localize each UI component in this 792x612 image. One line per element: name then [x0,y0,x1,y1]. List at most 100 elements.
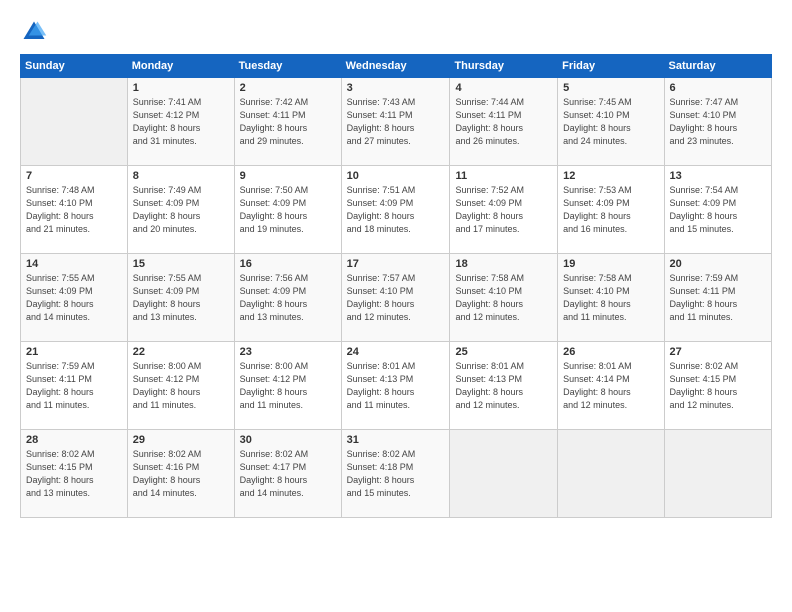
calendar-cell: 10 Sunrise: 7:51 AMSunset: 4:09 PMDayligh… [341,166,450,254]
calendar-cell: 16 Sunrise: 7:56 AMSunset: 4:09 PMDayligh… [234,254,341,342]
calendar-cell [558,430,664,518]
day-number: 21 [26,346,122,358]
calendar-cell: 9 Sunrise: 7:50 AMSunset: 4:09 PMDaylight… [234,166,341,254]
day-number: 4 [455,82,552,94]
calendar-week-4: 21 Sunrise: 7:59 AMSunset: 4:11 PMDayligh… [21,342,772,430]
day-info: Sunrise: 8:02 AMSunset: 4:15 PMDaylight:… [26,448,122,500]
calendar-header: SundayMondayTuesdayWednesdayThursdayFrid… [21,55,772,78]
day-info: Sunrise: 8:02 AMSunset: 4:15 PMDaylight:… [670,360,766,412]
calendar-cell: 27 Sunrise: 8:02 AMSunset: 4:15 PMDayligh… [664,342,771,430]
calendar-week-2: 7 Sunrise: 7:48 AMSunset: 4:10 PMDaylight… [21,166,772,254]
day-number: 5 [563,82,658,94]
calendar-cell: 22Sunrise: 8:00 AMSunset: 4:12 PMDayligh… [127,342,234,430]
day-info: Sunrise: 7:51 AMSunset: 4:09 PMDaylight:… [347,184,445,236]
day-number: 28 [26,434,122,446]
page: SundayMondayTuesdayWednesdayThursdayFrid… [0,0,792,612]
calendar-cell: 15Sunrise: 7:55 AMSunset: 4:09 PMDayligh… [127,254,234,342]
day-number: 19 [563,258,658,270]
day-info: Sunrise: 8:01 AMSunset: 4:14 PMDaylight:… [563,360,658,412]
day-info: Sunrise: 8:01 AMSunset: 4:13 PMDaylight:… [347,360,445,412]
day-number: 15 [133,258,229,270]
day-info: Sunrise: 8:00 AMSunset: 4:12 PMDaylight:… [133,360,229,412]
day-info: Sunrise: 7:50 AMSunset: 4:09 PMDaylight:… [240,184,336,236]
day-info: Sunrise: 7:53 AMSunset: 4:09 PMDaylight:… [563,184,658,236]
calendar-cell: 30 Sunrise: 8:02 AMSunset: 4:17 PMDayligh… [234,430,341,518]
day-number: 10 [347,170,445,182]
calendar-cell: 18 Sunrise: 7:58 AMSunset: 4:10 PMDayligh… [450,254,558,342]
day-info: Sunrise: 7:49 AMSunset: 4:09 PMDaylight:… [133,184,229,236]
day-number: 13 [670,170,766,182]
day-info: Sunrise: 7:54 AMSunset: 4:09 PMDaylight:… [670,184,766,236]
calendar-cell [664,430,771,518]
header [20,18,772,46]
weekday-header-wednesday: Wednesday [341,55,450,78]
calendar-cell: 20 Sunrise: 7:59 AMSunset: 4:11 PMDayligh… [664,254,771,342]
day-info: Sunrise: 7:42 AMSunset: 4:11 PMDaylight:… [240,96,336,148]
day-info: Sunrise: 7:57 AMSunset: 4:10 PMDaylight:… [347,272,445,324]
calendar-cell: 14 Sunrise: 7:55 AMSunset: 4:09 PMDayligh… [21,254,128,342]
calendar-cell: 28 Sunrise: 8:02 AMSunset: 4:15 PMDayligh… [21,430,128,518]
day-info: Sunrise: 8:00 AMSunset: 4:12 PMDaylight:… [240,360,336,412]
day-info: Sunrise: 7:58 AMSunset: 4:10 PMDaylight:… [563,272,658,324]
day-info: Sunrise: 8:02 AMSunset: 4:17 PMDaylight:… [240,448,336,500]
calendar-week-3: 14 Sunrise: 7:55 AMSunset: 4:09 PMDayligh… [21,254,772,342]
day-info: Sunrise: 7:41 AMSunset: 4:12 PMDaylight:… [133,96,229,148]
calendar-cell: 21 Sunrise: 7:59 AMSunset: 4:11 PMDayligh… [21,342,128,430]
calendar-cell: 7 Sunrise: 7:48 AMSunset: 4:10 PMDaylight… [21,166,128,254]
day-number: 29 [133,434,229,446]
day-number: 17 [347,258,445,270]
day-number: 7 [26,170,122,182]
day-number: 18 [455,258,552,270]
day-info: Sunrise: 7:58 AMSunset: 4:10 PMDaylight:… [455,272,552,324]
day-number: 2 [240,82,336,94]
logo-icon [20,18,48,46]
calendar-cell: 24 Sunrise: 8:01 AMSunset: 4:13 PMDayligh… [341,342,450,430]
weekday-header-friday: Friday [558,55,664,78]
day-info: Sunrise: 7:44 AMSunset: 4:11 PMDaylight:… [455,96,552,148]
day-number: 20 [670,258,766,270]
calendar-cell: 3 Sunrise: 7:43 AMSunset: 4:11 PMDaylight… [341,78,450,166]
day-info: Sunrise: 7:59 AMSunset: 4:11 PMDaylight:… [26,360,122,412]
calendar-cell: 11 Sunrise: 7:52 AMSunset: 4:09 PMDayligh… [450,166,558,254]
day-number: 24 [347,346,445,358]
calendar-body: 1 Sunrise: 7:41 AMSunset: 4:12 PMDaylight… [21,78,772,518]
calendar-cell: 5Sunrise: 7:45 AMSunset: 4:10 PMDaylight… [558,78,664,166]
weekday-header-saturday: Saturday [664,55,771,78]
weekday-header-thursday: Thursday [450,55,558,78]
day-number: 30 [240,434,336,446]
calendar-cell: 23Sunrise: 8:00 AMSunset: 4:12 PMDayligh… [234,342,341,430]
day-number: 16 [240,258,336,270]
day-number: 27 [670,346,766,358]
day-number: 12 [563,170,658,182]
calendar-cell: 17 Sunrise: 7:57 AMSunset: 4:10 PMDayligh… [341,254,450,342]
calendar-cell: 29 Sunrise: 8:02 AMSunset: 4:16 PMDayligh… [127,430,234,518]
day-info: Sunrise: 7:56 AMSunset: 4:09 PMDaylight:… [240,272,336,324]
calendar-cell: 13 Sunrise: 7:54 AMSunset: 4:09 PMDayligh… [664,166,771,254]
calendar-cell [450,430,558,518]
day-number: 14 [26,258,122,270]
day-info: Sunrise: 7:55 AMSunset: 4:09 PMDaylight:… [26,272,122,324]
calendar-week-1: 1 Sunrise: 7:41 AMSunset: 4:12 PMDaylight… [21,78,772,166]
day-number: 26 [563,346,658,358]
day-info: Sunrise: 8:02 AMSunset: 4:16 PMDaylight:… [133,448,229,500]
day-number: 8 [133,170,229,182]
day-info: Sunrise: 7:59 AMSunset: 4:11 PMDaylight:… [670,272,766,324]
day-number: 31 [347,434,445,446]
day-info: Sunrise: 7:43 AMSunset: 4:11 PMDaylight:… [347,96,445,148]
calendar-cell [21,78,128,166]
weekday-header-sunday: Sunday [21,55,128,78]
day-number: 1 [133,82,229,94]
calendar-cell: 26 Sunrise: 8:01 AMSunset: 4:14 PMDayligh… [558,342,664,430]
day-number: 11 [455,170,552,182]
day-number: 3 [347,82,445,94]
day-number: 9 [240,170,336,182]
weekday-header-tuesday: Tuesday [234,55,341,78]
day-info: Sunrise: 8:01 AMSunset: 4:13 PMDaylight:… [455,360,552,412]
day-info: Sunrise: 7:52 AMSunset: 4:09 PMDaylight:… [455,184,552,236]
day-info: Sunrise: 7:47 AMSunset: 4:10 PMDaylight:… [670,96,766,148]
calendar-cell: 2 Sunrise: 7:42 AMSunset: 4:11 PMDaylight… [234,78,341,166]
calendar-cell: 19 Sunrise: 7:58 AMSunset: 4:10 PMDayligh… [558,254,664,342]
day-info: Sunrise: 7:48 AMSunset: 4:10 PMDaylight:… [26,184,122,236]
logo [20,18,52,46]
calendar-cell: 12 Sunrise: 7:53 AMSunset: 4:09 PMDayligh… [558,166,664,254]
